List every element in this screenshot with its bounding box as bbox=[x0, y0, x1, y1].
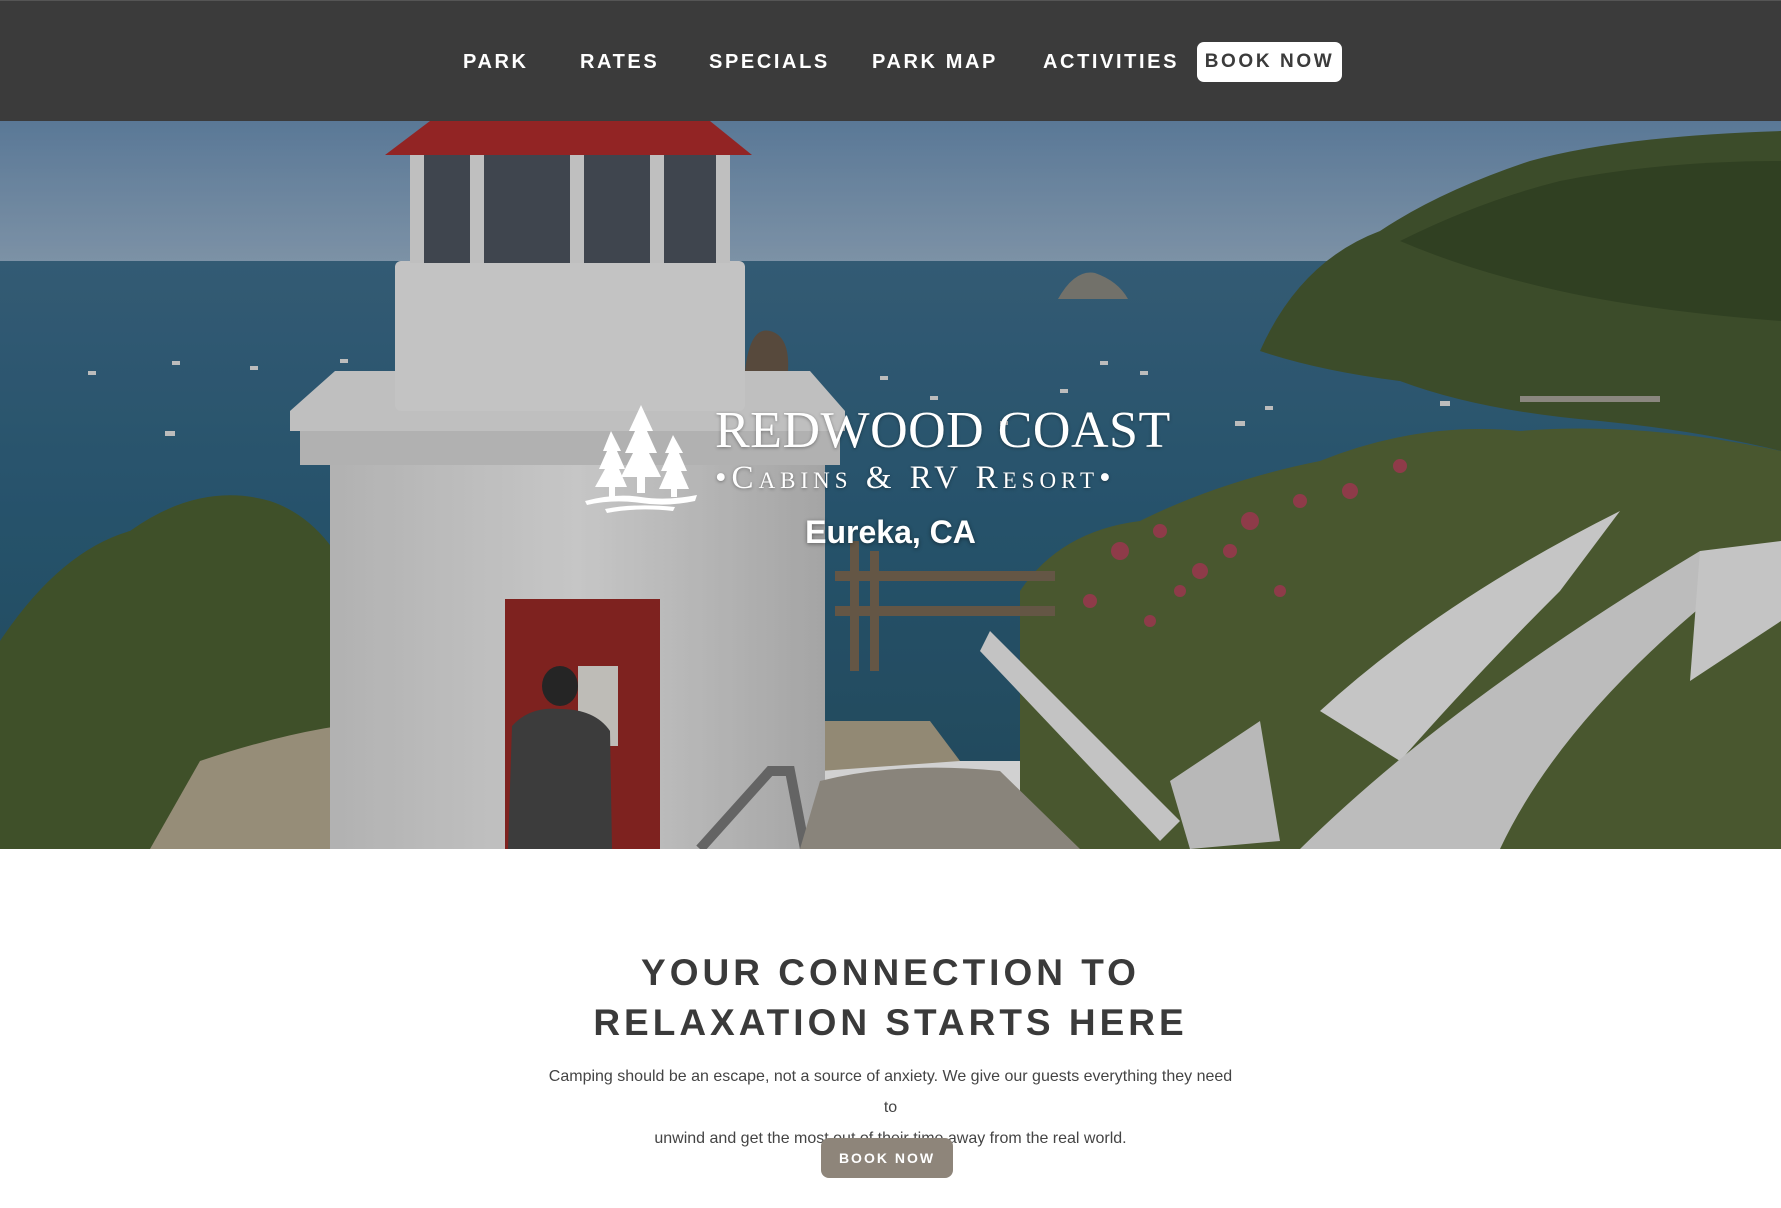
trees-logo-icon bbox=[585, 405, 697, 513]
top-nav: PARK RATES SPECIALS PARK MAP ACTIVITIES … bbox=[0, 0, 1781, 121]
brand-name: REDWOOD COAST bbox=[715, 402, 1171, 459]
hero-banner: REDWOOD COAST •Cabins & RV Resort• Eurek… bbox=[0, 121, 1781, 849]
nav-rates[interactable]: RATES bbox=[580, 49, 659, 75]
nav-specials[interactable]: SPECIALS bbox=[709, 49, 830, 75]
headline-line-1: YOUR CONNECTION TO bbox=[641, 952, 1140, 993]
location-text: Eureka, CA bbox=[805, 514, 976, 550]
headline-line-2: RELAXATION STARTS HERE bbox=[593, 1002, 1188, 1043]
nav-park-map[interactable]: PARK MAP bbox=[872, 49, 998, 75]
book-now-button[interactable]: BOOK NOW bbox=[821, 1138, 953, 1178]
nav-activities[interactable]: ACTIVITIES bbox=[1043, 49, 1179, 75]
description-line-1: Camping should be an escape, not a sourc… bbox=[548, 1068, 1233, 1116]
section-headline: YOUR CONNECTION TO RELAXATION STARTS HER… bbox=[0, 948, 1781, 1048]
brand-tagline: •Cabins & RV Resort• bbox=[715, 460, 1116, 496]
brand-logo: REDWOOD COAST •Cabins & RV Resort• bbox=[585, 393, 1205, 533]
nav-park[interactable]: PARK bbox=[463, 49, 529, 75]
nav-book-now-button[interactable]: BOOK NOW bbox=[1197, 42, 1342, 82]
